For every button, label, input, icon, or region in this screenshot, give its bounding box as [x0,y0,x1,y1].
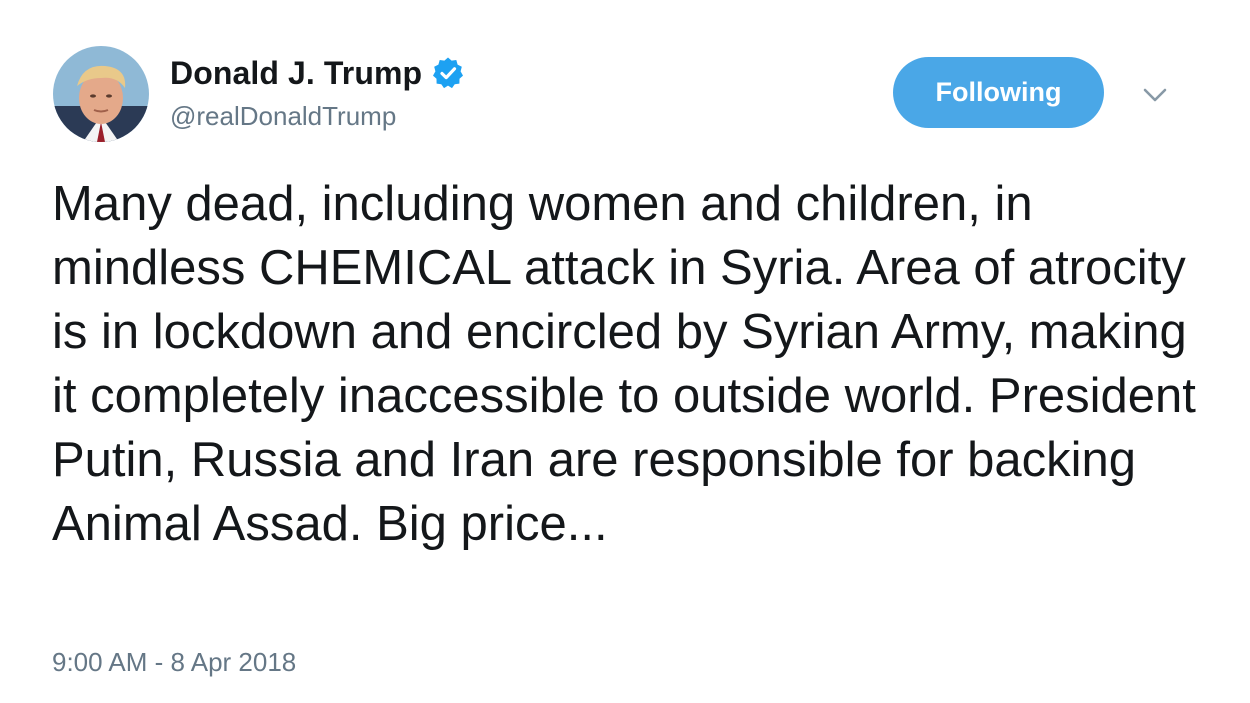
tweet-text: Many dead, including women and children,… [52,177,1196,551]
author-handle[interactable]: @realDonaldTrump [170,101,396,132]
avatar-image [53,46,149,142]
author-name-row: Donald J. Trump [170,52,465,94]
verified-badge-icon [431,56,465,90]
chevron-down-icon[interactable] [1140,83,1170,107]
tweet-timestamp[interactable]: 9:00 AM - 8 Apr 2018 [52,647,296,678]
avatar[interactable] [53,46,149,142]
author-display-name[interactable]: Donald J. Trump [170,55,422,92]
following-button[interactable]: Following [893,57,1104,128]
